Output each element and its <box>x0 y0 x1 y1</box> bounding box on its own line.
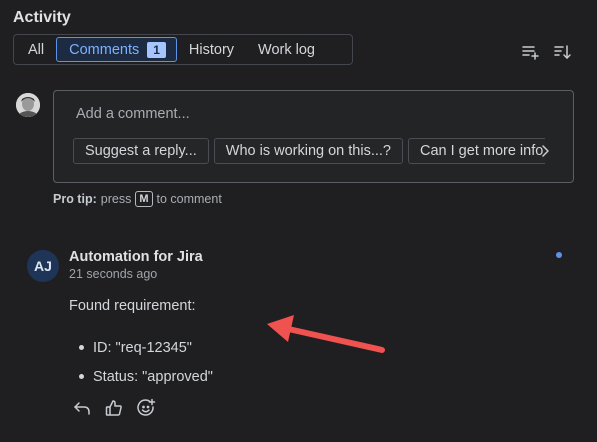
chevron-right-icon[interactable] <box>537 143 553 159</box>
keyboard-shortcut-key: M <box>135 191 153 207</box>
tab-label: Comments <box>69 41 140 58</box>
suggestion-chip[interactable]: Can I get more info...? <box>408 138 545 164</box>
comment-count-badge: 1 <box>147 41 166 58</box>
thumbs-up-icon[interactable] <box>104 398 124 418</box>
activity-title: Activity <box>13 9 71 26</box>
tab-label: Work log <box>258 41 315 58</box>
comment-composer[interactable]: Add a comment... Suggest a reply... Who … <box>53 90 574 183</box>
suggestion-chip[interactable]: Suggest a reply... <box>73 138 209 164</box>
annotation-arrow <box>267 315 385 353</box>
activity-tabs: All Comments 1 History Work log <box>13 34 353 65</box>
comment-actions <box>72 398 156 418</box>
tab-comments[interactable]: Comments 1 <box>56 37 177 62</box>
tab-work-log[interactable]: Work log <box>246 37 327 62</box>
pro-tip-label: Pro tip: <box>53 192 97 206</box>
pro-tip: Pro tip: press M to comment <box>53 191 222 207</box>
suggestion-chip[interactable]: Who is working on this...? <box>213 138 403 164</box>
comment-timestamp[interactable]: 21 seconds ago <box>69 267 157 281</box>
author-avatar[interactable]: AJ <box>27 250 59 282</box>
requirement-list: ID: "req-12345" Status: "approved" <box>79 333 213 391</box>
list-item: Status: "approved" <box>79 362 213 391</box>
comment-input[interactable]: Add a comment... <box>76 106 190 122</box>
filter-list-add-icon[interactable] <box>520 42 540 62</box>
tab-label: All <box>28 41 45 58</box>
tab-history[interactable]: History <box>177 37 246 62</box>
tab-label: History <box>188 41 235 58</box>
add-reaction-icon[interactable] <box>136 398 156 418</box>
pro-tip-text: press <box>100 192 132 206</box>
comment-author[interactable]: Automation for Jira <box>69 249 203 265</box>
sort-icon[interactable] <box>552 42 572 62</box>
reply-suggestions: Suggest a reply... Who is working on thi… <box>73 138 545 166</box>
pro-tip-text: to comment <box>156 192 222 206</box>
reply-icon[interactable] <box>72 398 92 418</box>
comment-body: Found requirement: <box>69 298 196 314</box>
current-user-avatar <box>16 93 40 117</box>
unread-indicator <box>556 252 562 258</box>
tab-all[interactable]: All <box>16 37 56 62</box>
list-item: ID: "req-12345" <box>79 333 213 362</box>
